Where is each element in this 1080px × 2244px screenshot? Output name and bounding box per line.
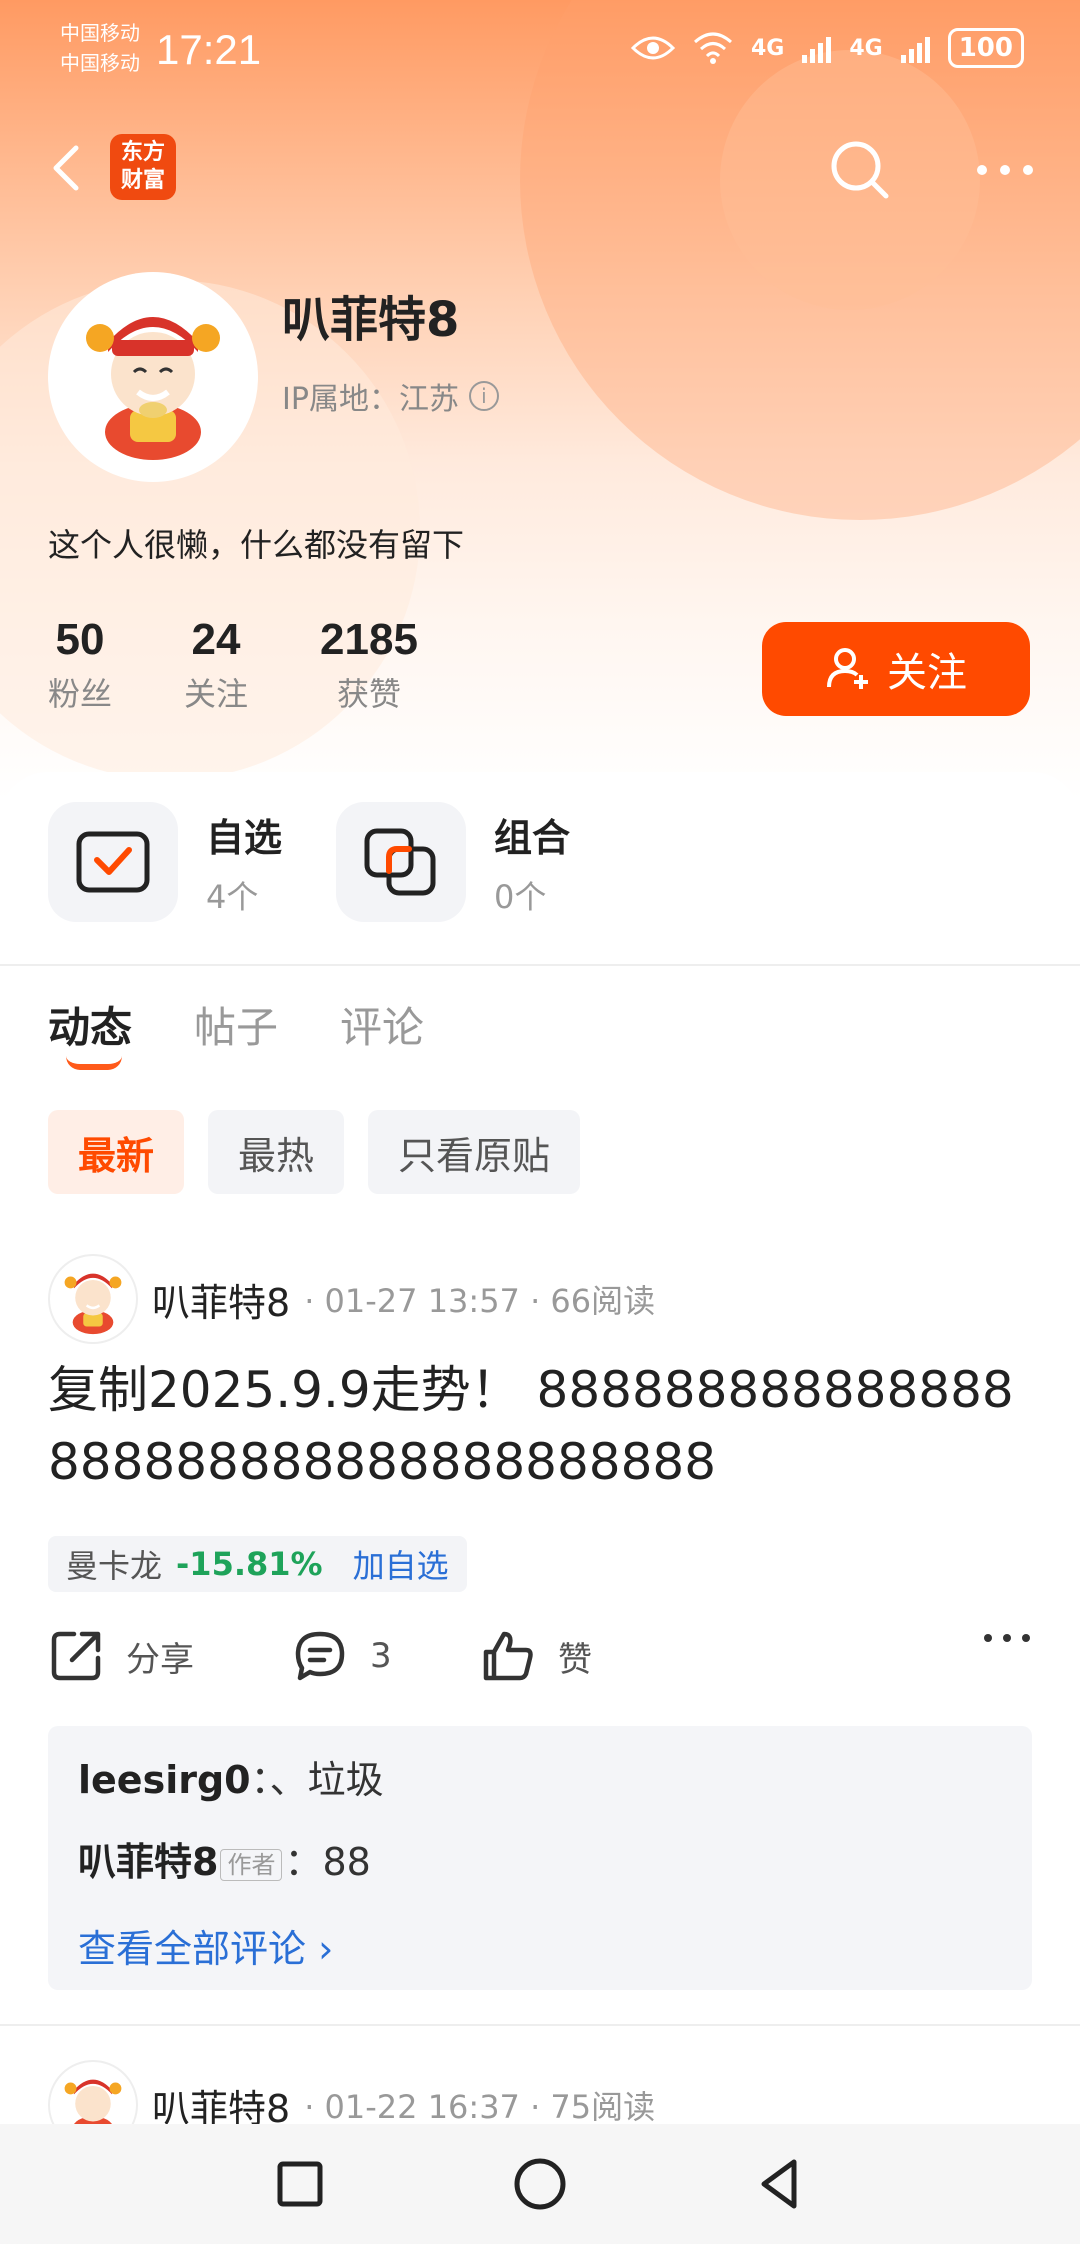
comment-icon: [295, 1631, 345, 1681]
post-actions: 分享 3 赞: [48, 1628, 1032, 1698]
stat-label: 粉丝: [48, 675, 113, 713]
tab-posts[interactable]: 帖子: [194, 994, 278, 1055]
follow-button-label: 关注: [887, 650, 967, 696]
chevron-left-icon: [53, 145, 79, 191]
stat-label: 关注: [184, 675, 249, 713]
stat-value: 50: [55, 615, 105, 664]
ip-location: IP属地：江苏 i: [282, 374, 499, 418]
god-of-wealth-avatar-icon: [64, 1273, 122, 1335]
comment-item[interactable]: 叭菲特8 作者 ：88: [78, 1834, 1002, 1890]
signal-icon: [802, 33, 832, 63]
system-nav-bar: [0, 2124, 1080, 2244]
like-button[interactable]: 赞: [480, 1628, 592, 1684]
profile-stats: 50 粉丝 24 关注 2185 获赞: [48, 615, 490, 715]
ip-location-text: IP属地：江苏: [282, 382, 459, 417]
view-all-comments-link[interactable]: 查看全部评论 ›: [78, 1918, 333, 1973]
signal-icon: [900, 33, 930, 63]
post-header: 叭菲特8 · 01-27 13:57 · 66阅读: [48, 1254, 655, 1344]
shortcut-title: 组合: [494, 815, 571, 860]
portfolio-shortcut[interactable]: 组合 0个: [336, 802, 570, 922]
comment-button[interactable]: 3: [292, 1628, 392, 1684]
stat-value: 2185: [320, 615, 418, 664]
post-author[interactable]: 叭菲特8: [152, 1272, 290, 1327]
stat-following[interactable]: 24 关注: [184, 615, 248, 715]
divider: [0, 2024, 1080, 2026]
god-of-wealth-avatar-icon: [86, 317, 220, 460]
shortcut-count: 4个: [206, 877, 259, 916]
avatar[interactable]: [48, 1254, 138, 1344]
comment-user: leesirg0: [78, 1758, 251, 1802]
checkbox-icon: [76, 831, 150, 893]
profile-username: 叭菲特8: [282, 292, 460, 348]
stat-followers[interactable]: 50 粉丝: [48, 615, 112, 715]
more-dots-icon: [984, 1634, 1030, 1642]
filter-original-only[interactable]: 只看原贴: [368, 1110, 581, 1194]
stock-change: -15.81%: [176, 1545, 323, 1583]
thumbs-up-icon: [483, 1631, 533, 1681]
app-logo: 东方 财富: [110, 134, 176, 200]
wifi-icon: [693, 32, 732, 64]
share-button[interactable]: 分享: [48, 1628, 194, 1684]
comment-item[interactable]: leesirg0：、垃圾: [78, 1752, 1002, 1808]
divider: [0, 964, 1080, 966]
filter-chips: 最新 最热 只看原贴: [48, 1110, 581, 1194]
network-type: 4G: [849, 35, 883, 61]
filter-latest[interactable]: 最新: [48, 1110, 185, 1194]
tab-comments[interactable]: 评论: [340, 994, 424, 1055]
battery-icon: 100: [947, 28, 1024, 68]
comment-text: 88: [322, 1840, 371, 1884]
post-more-button[interactable]: [982, 1628, 1032, 1648]
follow-button[interactable]: 关注: [762, 622, 1030, 716]
search-button[interactable]: [820, 130, 900, 210]
filter-hottest[interactable]: 最热: [208, 1110, 345, 1194]
top-nav: 东方 财富: [0, 120, 1080, 220]
shortcut-count: 0个: [494, 877, 547, 916]
more-dots-icon: [977, 165, 1033, 175]
status-icons: 4G 4G 100: [630, 28, 1024, 68]
shortcut-icon-box: [48, 802, 178, 922]
add-user-icon: [827, 648, 868, 689]
author-badge: 作者: [220, 1848, 283, 1881]
shortcut-icon-box: [336, 802, 466, 922]
back-triangle-icon[interactable]: [750, 2154, 810, 2214]
active-tab-indicator: [66, 1056, 122, 1070]
comment-preview: leesirg0：、垃圾 叭菲特8 作者 ：88 查看全部评论 ›: [48, 1726, 1032, 1990]
content-tabs: 动态 帖子 评论: [48, 994, 424, 1070]
share-icon: [51, 1631, 101, 1681]
post-meta: · 01-27 13:57 · 66阅读: [304, 1282, 656, 1320]
status-bar: 中国移动 中国移动 17:21 4G 4G 100: [0, 0, 1080, 100]
stat-value: 24: [191, 615, 241, 664]
info-icon[interactable]: i: [468, 381, 499, 411]
watchlist-shortcut[interactable]: 自选 4个: [48, 802, 282, 922]
shortcut-title: 自选: [206, 815, 283, 860]
eye-icon: [630, 36, 675, 60]
search-icon: [831, 141, 889, 199]
network-type: 4G: [750, 35, 785, 61]
home-circle-icon[interactable]: [510, 2154, 570, 2214]
avatar[interactable]: [48, 272, 258, 482]
stock-name: 曼卡龙: [66, 1547, 163, 1585]
tab-activity[interactable]: 动态: [48, 994, 132, 1070]
back-button[interactable]: [40, 138, 100, 198]
profile-bio: 这个人很懒，什么都没有留下: [48, 526, 465, 564]
stat-label: 获赞: [336, 675, 401, 713]
post-meta: · 01-22 16:37 · 75阅读: [304, 2088, 656, 2126]
more-button[interactable]: [970, 140, 1040, 200]
post-body[interactable]: 复制2025.9.9走势！ 88888888888888888888888888…: [48, 1354, 1038, 1498]
stat-likes[interactable]: 2185 获赞: [320, 615, 418, 715]
comment-text: 、垃圾: [269, 1758, 384, 1802]
layers-icon: [364, 828, 436, 896]
stock-tag[interactable]: 曼卡龙 -15.81% 加自选: [48, 1536, 467, 1592]
add-to-watchlist-link[interactable]: 加自选: [353, 1541, 449, 1587]
clock: 17:21: [156, 26, 262, 73]
carrier-label: 中国移动 中国移动: [60, 21, 140, 75]
recent-apps-square-icon[interactable]: [270, 2154, 330, 2214]
comment-user: 叭菲特8: [78, 1840, 219, 1884]
